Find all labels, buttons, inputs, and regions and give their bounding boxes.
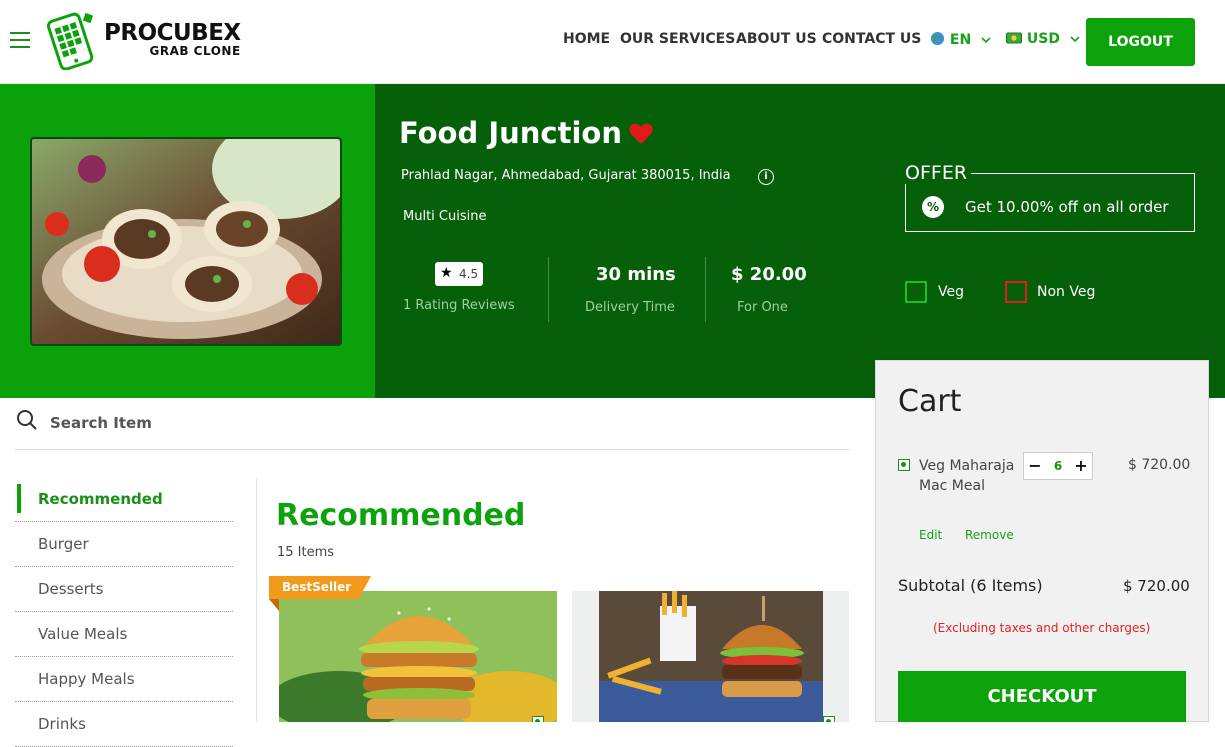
- menu-icon[interactable]: [10, 32, 30, 48]
- chevron-down-icon: [981, 37, 991, 44]
- rating-badge: ★ 4.5: [435, 262, 483, 286]
- offer-label: OFFER: [901, 162, 972, 184]
- menu-item-card[interactable]: [572, 591, 849, 722]
- cart-title: Cart: [898, 384, 962, 419]
- delivery-time: 30 mins: [596, 264, 676, 285]
- category-value-meals[interactable]: Value Meals: [15, 612, 233, 657]
- discount-badge-icon: %: [922, 196, 944, 218]
- subtotal-value: $ 720.00: [1123, 577, 1190, 595]
- price-for-one: $ 20.00: [731, 264, 807, 285]
- quantity-stepper: − 6 +: [1023, 452, 1093, 480]
- category-drinks[interactable]: Drinks: [15, 702, 233, 747]
- category-recommended[interactable]: Recommended: [15, 477, 233, 522]
- restaurant-address: Prahlad Nagar, Ahmedabad, Gujarat 380015…: [401, 168, 731, 183]
- subtotal-label: Subtotal (6 Items): [898, 576, 1043, 595]
- nav-home[interactable]: HOME: [563, 31, 610, 47]
- category-divider: [256, 478, 257, 722]
- language-label: EN: [949, 32, 972, 48]
- restaurant-name: Food Junction: [399, 116, 622, 150]
- price-for-one-label: For One: [737, 300, 788, 315]
- search-underline: [15, 449, 850, 450]
- rating-value: 4.5: [459, 267, 479, 281]
- delivery-time-label: Delivery Time: [585, 300, 675, 315]
- burger-fries-image: [572, 591, 849, 722]
- money-icon: [1006, 32, 1022, 44]
- cart-item-name: Veg Maharaja Mac Meal: [919, 458, 1015, 494]
- restaurant-cuisine: Multi Cuisine: [403, 209, 487, 224]
- language-selector[interactable]: EN: [930, 31, 991, 48]
- remove-item-link[interactable]: Remove: [965, 528, 1014, 542]
- chevron-down-icon: [1070, 36, 1080, 43]
- currency-label: USD: [1026, 31, 1060, 47]
- checkout-button[interactable]: CHECKOUT: [898, 671, 1186, 722]
- brand-subtitle: GRAB CLONE: [149, 44, 241, 58]
- globe-icon: [930, 31, 945, 46]
- nav-about-us[interactable]: ABOUT US: [736, 31, 817, 47]
- badge-fold: [269, 599, 279, 611]
- info-icon[interactable]: i: [758, 169, 774, 185]
- veg-indicator-icon: [532, 716, 544, 722]
- category-happy-meals[interactable]: Happy Meals: [15, 657, 233, 702]
- header: PROCUBEX GRAB CLONE HOME OUR SERVICES AB…: [0, 0, 1225, 84]
- veg-indicator-icon: [823, 716, 835, 722]
- favorite-heart-icon[interactable]: [628, 122, 654, 146]
- section-title: Recommended: [276, 498, 526, 533]
- currency-selector[interactable]: USD: [1006, 31, 1080, 47]
- offer-text: Get 10.00% off on all order: [965, 198, 1169, 216]
- non-veg-filter-label[interactable]: Non Veg: [1037, 284, 1095, 300]
- veg-filter-checkbox[interactable]: [905, 281, 927, 303]
- rating-reviews[interactable]: 1 Rating Reviews: [403, 298, 515, 313]
- edit-item-link[interactable]: Edit: [919, 528, 942, 542]
- restaurant-image: [30, 137, 342, 346]
- menu-item-card[interactable]: [279, 591, 557, 722]
- section-item-count: 15 Items: [277, 545, 335, 560]
- bestseller-badge: BestSeller: [269, 576, 371, 599]
- search-input[interactable]: [50, 410, 840, 436]
- nav-our-services[interactable]: OUR SERVICES: [620, 31, 735, 47]
- category-desserts[interactable]: Desserts: [15, 567, 233, 612]
- star-icon: ★: [440, 265, 453, 281]
- category-list: Recommended Burger Desserts Value Meals …: [15, 477, 233, 747]
- veg-filter-label[interactable]: Veg: [938, 284, 964, 300]
- cart-item-price: $ 720.00: [1128, 457, 1191, 473]
- logo-phone-cubes-icon: [46, 12, 94, 71]
- logout-button[interactable]: LOGOUT: [1086, 18, 1195, 66]
- burger-image: [279, 591, 557, 722]
- nav-contact-us[interactable]: CONTACT US: [822, 31, 921, 47]
- divider: [548, 257, 549, 322]
- brand-logo[interactable]: PROCUBEX GRAB CLONE: [44, 12, 254, 71]
- veg-indicator-icon: [898, 459, 910, 471]
- brand-name: PROCUBEX: [104, 20, 241, 46]
- tax-note: (Excluding taxes and other charges): [933, 621, 1151, 635]
- category-burger[interactable]: Burger: [15, 522, 233, 567]
- non-veg-filter-checkbox[interactable]: [1005, 281, 1027, 303]
- quantity-value: 6: [1053, 459, 1063, 473]
- divider: [705, 257, 706, 322]
- increment-button[interactable]: +: [1072, 456, 1090, 476]
- search-icon: [17, 410, 37, 430]
- decrement-button[interactable]: −: [1026, 456, 1044, 476]
